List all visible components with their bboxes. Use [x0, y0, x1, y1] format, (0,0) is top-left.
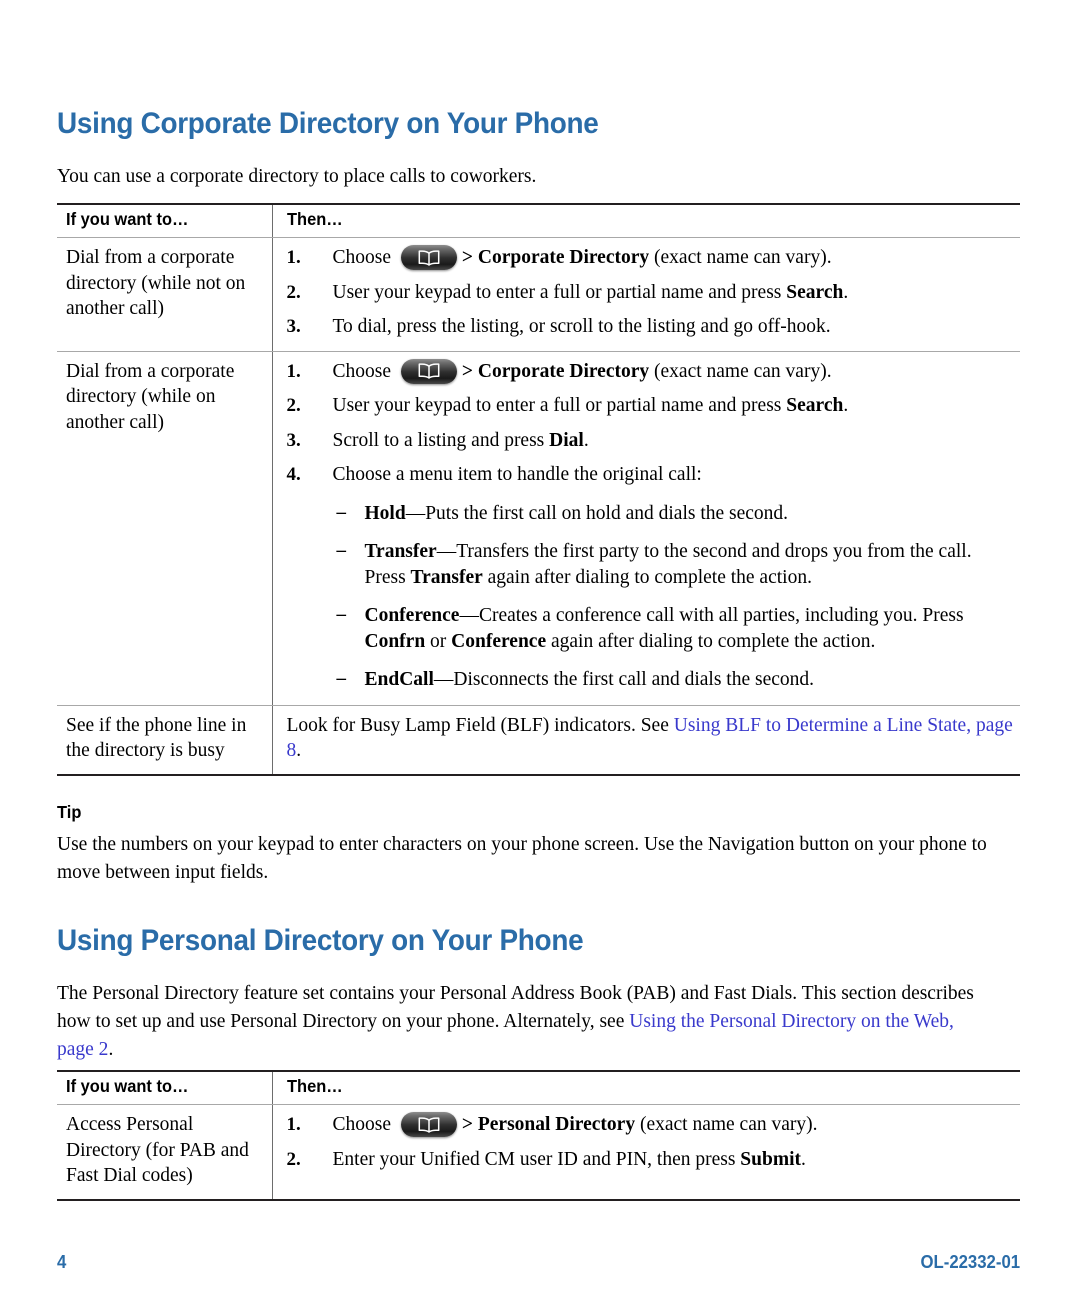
steps-cell: 1. Choose > Corporate Directory (exact na…	[271, 351, 1020, 706]
steps-cell: 1. Choose > Personal Directory (exact nam…	[271, 1104, 1020, 1201]
corporate-directory-heading-wrap: Using Corporate Directory on Your Phone	[57, 108, 639, 140]
directory-book-icon[interactable]	[400, 358, 457, 384]
steps-cell: 1. Choose > Corporate Directory (exact na…	[271, 237, 1020, 352]
dash-bullet-icon: –	[336, 604, 347, 625]
call-handling-options-list: – Hold—Puts the first call on hold and di…	[333, 501, 1017, 693]
list-item: 2. Enter your Unified CM user ID and PIN,…	[286, 1148, 806, 1170]
corporate-directory-heading: Using Corporate Directory on Your Phone	[57, 107, 599, 140]
list-item: – Conference—Creates a conference call wi…	[336, 604, 964, 652]
column-header-if-you-want-to: If you want to…	[57, 203, 272, 238]
list-item: 2. User your keypad to enter a full or pa…	[286, 395, 849, 416]
list-item: – Hold—Puts the first call on hold and di…	[336, 501, 789, 524]
tip-text: Use the numbers on your keypad to enter …	[57, 834, 987, 883]
list-item: 3. To dial, press the listing, or scroll …	[286, 316, 831, 337]
list-item: 3. Scroll to a listing and press Dial.	[286, 429, 589, 451]
column-header-then: Then…	[271, 1070, 1020, 1105]
directory-book-icon[interactable]	[400, 245, 457, 270]
list-item: – EndCall—Disconnects the first call and …	[336, 668, 815, 690]
personal-directory-heading-wrap: Using Personal Directory on Your Phone	[57, 925, 623, 957]
condition-cell: Dial from a corporate directory (while o…	[57, 351, 272, 706]
list-item: – Transfer—Transfers the first party to t…	[336, 540, 972, 588]
table-row: Access Personal Directory (for PAB and F…	[57, 1104, 1020, 1201]
corporate-directory-intro: You can use a corporate directory to pla…	[57, 166, 537, 187]
dash-bullet-icon: –	[336, 501, 347, 523]
personal-directory-paragraph: The Personal Directory feature set conta…	[57, 983, 974, 1060]
document-id: OL-22332-01	[920, 1252, 1020, 1272]
column-header-if-you-want-to: If you want to…	[57, 1070, 272, 1105]
table-row: Dial from a corporate directory (while n…	[57, 237, 1020, 352]
step-list: 1. Choose > Corporate Directory (exact na…	[287, 245, 1017, 340]
page-number: 4	[57, 1252, 67, 1272]
page-footer: 4 OL-22332-01	[57, 1252, 1020, 1273]
dash-bullet-icon: –	[336, 668, 347, 689]
list-item: 1. Choose > Corporate Directory (exact na…	[286, 245, 832, 270]
list-item: 2. User your keypad to enter a full or pa…	[286, 281, 849, 303]
tip-label: Tip	[57, 802, 82, 822]
condition-cell: Access Personal Directory (for PAB and F…	[57, 1104, 272, 1201]
condition-cell: Dial from a corporate directory (while n…	[57, 237, 272, 352]
personal-directory-table: If you want to… Then… Access Personal Di…	[57, 1070, 1020, 1201]
list-item: 4. Choose a menu item to handle the origi…	[287, 462, 1017, 693]
tip-block: Tip Use the numbers on your keypad to en…	[57, 802, 1020, 887]
corporate-directory-table: If you want to… Then… Dial from a corpor…	[57, 203, 1020, 776]
list-item: 1. Choose > Corporate Directory (exact na…	[286, 358, 832, 384]
list-item: 1. Choose > Personal Directory (exact nam…	[286, 1112, 818, 1137]
dash-bullet-icon: –	[336, 540, 347, 561]
document-page: Using Corporate Directory on Your Phone …	[0, 0, 1080, 1311]
table-header-row: If you want to… Then…	[57, 203, 1020, 238]
table-header-row: If you want to… Then…	[57, 1070, 1020, 1105]
blf-cell: Look for Busy Lamp Field (BLF) indicator…	[271, 705, 1020, 776]
directory-book-icon[interactable]	[400, 1112, 457, 1137]
column-header-then: Then…	[271, 203, 1020, 238]
condition-cell: See if the phone line in the directory i…	[57, 705, 272, 776]
step-list: 1. Choose > Corporate Directory (exact na…	[286, 358, 1017, 693]
step-list: 1. Choose > Personal Directory (exact nam…	[287, 1112, 1017, 1172]
table-row: Dial from a corporate directory (while o…	[57, 351, 1020, 706]
table-row: See if the phone line in the directory i…	[57, 705, 1020, 776]
personal-directory-heading: Using Personal Directory on Your Phone	[57, 924, 584, 957]
